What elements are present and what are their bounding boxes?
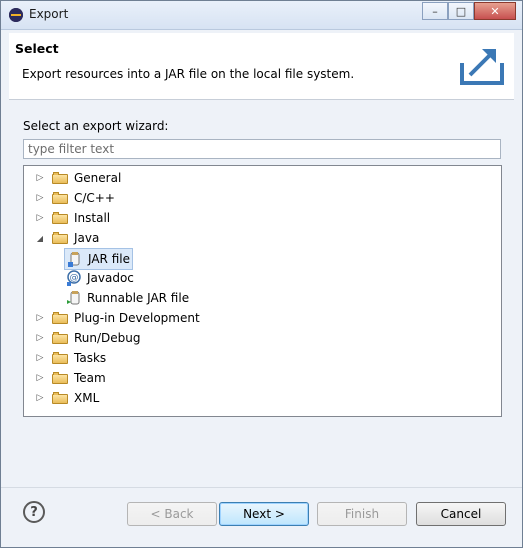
- wizard-label: Select an export wizard:: [23, 119, 169, 133]
- title-bar: Export – □ ✕: [1, 1, 522, 30]
- filter-input[interactable]: [23, 139, 501, 159]
- expand-arrow-icon[interactable]: ▷: [34, 372, 46, 384]
- wizard-header: Select Export resources into a JAR file …: [9, 33, 514, 100]
- expand-arrow-icon[interactable]: ▷: [34, 332, 46, 344]
- tree-item-label: Javadoc: [87, 271, 134, 285]
- expand-arrow-icon[interactable]: ▷: [34, 172, 46, 184]
- javadoc-icon: @: [66, 270, 82, 286]
- tree-item-label: Team: [74, 371, 106, 385]
- page-title: Select: [15, 41, 59, 56]
- tree-item-label: Install: [74, 211, 111, 225]
- window-title: Export: [29, 7, 69, 21]
- folder-icon: [52, 332, 68, 344]
- folder-icon: [52, 192, 68, 204]
- tree-item-label: Runnable JAR file: [87, 291, 190, 305]
- maximize-button[interactable]: □: [448, 2, 474, 20]
- tree-item-jar-file[interactable]: JAR file: [64, 248, 133, 270]
- tree-item-general[interactable]: ▷ General: [34, 168, 122, 188]
- folder-icon: [52, 372, 68, 384]
- collapse-arrow-icon[interactable]: ◢: [34, 232, 46, 244]
- folder-icon: [52, 172, 68, 184]
- tree-item-java[interactable]: ◢ Java: [34, 228, 99, 248]
- expand-arrow-icon[interactable]: ▷: [34, 192, 46, 204]
- export-icon: [460, 49, 504, 85]
- folder-icon: [52, 312, 68, 324]
- svg-text:@: @: [70, 273, 79, 283]
- tree-item-label: XML: [74, 391, 100, 405]
- next-button[interactable]: Next >: [219, 502, 309, 526]
- cancel-button[interactable]: Cancel: [416, 502, 506, 526]
- tree-item-plugin-development[interactable]: ▷ Plug-in Development: [34, 308, 200, 328]
- tree-item-team[interactable]: ▷ Team: [34, 368, 106, 388]
- expand-arrow-icon[interactable]: ▷: [34, 352, 46, 364]
- back-button[interactable]: < Back: [127, 502, 217, 526]
- tree-item-javadoc[interactable]: @ Javadoc: [66, 268, 134, 288]
- wizard-tree[interactable]: ▷ General ▷ C/C++ ▷ Install ◢ Java JAR f…: [23, 165, 502, 417]
- tree-item-label: Plug-in Development: [74, 311, 200, 325]
- tree-item-run-debug[interactable]: ▷ Run/Debug: [34, 328, 141, 348]
- tree-item-runnable-jar[interactable]: Runnable JAR file: [66, 288, 189, 308]
- export-dialog: Export – □ ✕ Select Export resources int…: [0, 0, 523, 548]
- tree-item-tasks[interactable]: ▷ Tasks: [34, 348, 107, 368]
- tree-item-label: General: [74, 171, 122, 185]
- window-controls: – □ ✕: [422, 2, 516, 20]
- page-description: Export resources into a JAR file on the …: [22, 67, 355, 81]
- expand-arrow-icon[interactable]: ▷: [34, 312, 46, 324]
- tree-item-label: JAR file: [88, 252, 130, 266]
- folder-icon: [52, 352, 68, 364]
- help-icon[interactable]: ?: [23, 501, 45, 523]
- runnable-jar-icon: [66, 290, 82, 306]
- expand-arrow-icon[interactable]: ▷: [34, 212, 46, 224]
- folder-icon: [52, 212, 68, 224]
- tree-item-label: Java: [74, 231, 100, 245]
- tree-item-install[interactable]: ▷ Install: [34, 208, 111, 228]
- footer-separator: [1, 487, 522, 488]
- finish-button[interactable]: Finish: [317, 502, 407, 526]
- tree-item-label: Tasks: [74, 351, 107, 365]
- jar-file-icon: [67, 251, 83, 267]
- folder-icon: [52, 392, 68, 404]
- tree-item-xml[interactable]: ▷ XML: [34, 388, 100, 408]
- minimize-button[interactable]: –: [422, 2, 448, 20]
- tree-item-label: C/C++: [74, 191, 115, 205]
- tree-item-label: Run/Debug: [74, 331, 141, 345]
- close-button[interactable]: ✕: [474, 2, 516, 20]
- tree-item-cpp[interactable]: ▷ C/C++: [34, 188, 115, 208]
- folder-open-icon: [52, 232, 68, 244]
- expand-arrow-icon[interactable]: ▷: [34, 392, 46, 404]
- eclipse-icon: [9, 8, 23, 22]
